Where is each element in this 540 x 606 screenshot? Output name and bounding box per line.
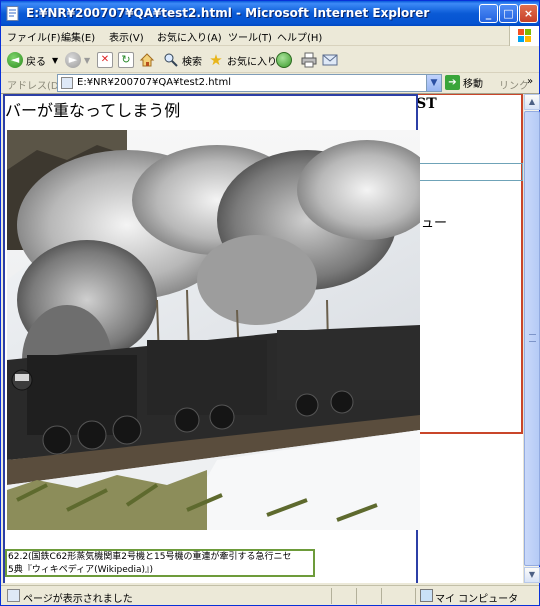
search-icon	[164, 53, 178, 67]
sidebar-menu-box	[418, 163, 523, 181]
favorites-button[interactable]: ★ お気に入り	[208, 50, 277, 70]
menu-help[interactable]: ヘルプ(H)	[277, 29, 322, 44]
scroll-thumb[interactable]	[524, 111, 540, 566]
forward-button[interactable]: ► ▼	[65, 50, 90, 70]
standard-toolbar: ◄ 戻る ▼ ► ▼ ✕ ↻ 検索 ★ お気に入り	[1, 47, 539, 73]
security-zone-text: マイ コンピュータ	[435, 594, 519, 605]
go-arrow-icon: ➔	[445, 75, 460, 90]
caption-line-1: 62.2(国鉄C62形蒸気機関車2号機と15号機の重連が牽引する急行ニセ	[8, 552, 292, 562]
menu-favorites[interactable]: お気に入り(A)	[157, 29, 222, 44]
menu-edit[interactable]: 編集(E)	[61, 29, 95, 44]
page-heading: バーが重なってしまう例	[5, 101, 181, 120]
window-title: E:¥NR¥200707¥QA¥test2.html - Microsoft I…	[26, 6, 430, 20]
vertical-scrollbar[interactable]: ▲ ▼	[523, 94, 540, 583]
steam-locomotive-photo	[7, 130, 420, 530]
main-column: バーが重なってしまう例 62.2(国鉄C62形蒸気機関車2号機と15号機の重連が…	[3, 94, 420, 583]
search-button[interactable]: 検索	[163, 50, 202, 70]
forward-icon: ►	[65, 52, 81, 68]
status-divider	[381, 588, 382, 604]
menu-tools[interactable]: ツール(T)	[228, 29, 272, 44]
address-bar: アドレス(D) E:¥NR¥200707¥QA¥test2.html ▼ ➔ 移…	[1, 73, 539, 94]
address-input[interactable]: E:¥NR¥200707¥QA¥test2.html ▼	[57, 74, 442, 92]
windows-logo-icon	[509, 26, 539, 46]
back-dropdown-icon[interactable]: ▼	[52, 56, 58, 65]
sidebar-menu-text: ュー	[421, 216, 448, 231]
title-bar[interactable]: E:¥NR¥200707¥QA¥test2.html - Microsoft I…	[1, 1, 539, 26]
home-button[interactable]	[139, 50, 158, 70]
close-button[interactable]: ×	[519, 4, 538, 23]
status-text: ページが表示されました	[23, 594, 133, 605]
computer-icon	[420, 589, 433, 602]
status-divider	[331, 588, 332, 604]
history-button[interactable]	[276, 50, 295, 70]
mail-button[interactable]	[322, 50, 341, 70]
status-divider	[415, 588, 416, 604]
address-dropdown-icon[interactable]: ▼	[426, 75, 441, 91]
mail-icon	[322, 54, 338, 66]
links-label[interactable]: リンク	[499, 77, 529, 92]
page-icon	[61, 77, 73, 89]
print-icon	[301, 52, 317, 68]
stop-icon: ✕	[97, 52, 113, 68]
maximize-button[interactable]: □	[499, 4, 518, 23]
back-button[interactable]: ◄ 戻る ▼	[7, 50, 58, 70]
menu-file[interactable]: ファイル(F)	[7, 29, 61, 44]
page-viewport: TEST ュー バーが重なってしまう例	[3, 94, 523, 583]
page-done-icon	[7, 589, 20, 602]
address-label: アドレス(D)	[7, 81, 63, 92]
favorites-label: お気に入り	[227, 56, 277, 68]
favorites-star-icon: ★	[209, 51, 223, 69]
go-label: 移動	[463, 79, 483, 90]
status-bar: ページが表示されました マイ コンピュータ	[1, 585, 539, 605]
go-button[interactable]: ➔ 移動	[445, 75, 483, 90]
refresh-icon: ↻	[118, 52, 134, 68]
address-value[interactable]: E:¥NR¥200707¥QA¥test2.html	[77, 77, 231, 88]
scroll-up-button[interactable]: ▲	[524, 94, 540, 110]
scroll-grip-icon	[529, 334, 536, 342]
search-label: 検索	[182, 56, 202, 68]
ie-window: E:¥NR¥200707¥QA¥test2.html - Microsoft I…	[0, 0, 540, 606]
links-chevron-icon[interactable]: »	[527, 76, 533, 87]
menu-view[interactable]: 表示(V)	[109, 29, 144, 44]
forward-dropdown-icon[interactable]: ▼	[84, 56, 90, 65]
print-button[interactable]	[301, 50, 320, 70]
menu-bar: ファイル(F) 編集(E) 表示(V) お気に入り(A) ツール(T) ヘルプ(…	[1, 26, 539, 46]
caption-line-2: 5典『ウィキペディア(Wikipedia)』)	[8, 565, 154, 575]
ie-page-icon	[6, 6, 19, 21]
history-icon	[276, 52, 292, 68]
stop-button[interactable]: ✕	[97, 50, 116, 70]
home-icon	[139, 53, 155, 67]
refresh-button[interactable]: ↻	[118, 50, 137, 70]
back-label: 戻る	[26, 56, 46, 68]
back-icon: ◄	[7, 52, 23, 68]
photo-caption: 62.2(国鉄C62形蒸気機関車2号機と15号機の重連が牽引する急行ニセ 5典『…	[5, 549, 315, 577]
status-divider	[356, 588, 357, 604]
scroll-down-button[interactable]: ▼	[524, 567, 540, 583]
minimize-button[interactable]: _	[479, 4, 498, 23]
